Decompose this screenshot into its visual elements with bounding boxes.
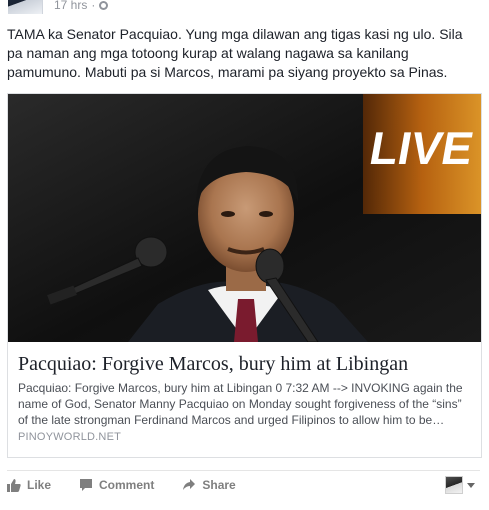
actions-divider bbox=[7, 470, 480, 471]
like-label: Like bbox=[27, 478, 52, 492]
comment-icon bbox=[79, 478, 93, 492]
meta-separator: · bbox=[91, 0, 96, 12]
post-timestamp[interactable]: 17 hrs bbox=[54, 0, 87, 12]
comment-button[interactable]: Comment bbox=[79, 478, 154, 492]
post-as-selector[interactable] bbox=[445, 476, 475, 494]
link-domain: PINOYWORLD.NET bbox=[18, 431, 122, 443]
post-text: TAMA ka Senator Pacquiao. Yung mga dilaw… bbox=[7, 26, 463, 80]
viewer-avatar bbox=[445, 476, 463, 494]
press-conference-photo: LIVE bbox=[8, 94, 481, 342]
post-meta: 17 hrs · bbox=[54, 0, 109, 12]
facebook-post: 17 hrs · TAMA ka Senator Pacquiao. Yung … bbox=[0, 0, 489, 510]
share-label: Share bbox=[202, 478, 236, 492]
link-title[interactable]: Pacquiao: Forgive Marcos, bury him at Li… bbox=[18, 352, 473, 376]
post-header: 17 hrs · bbox=[0, 0, 489, 14]
share-button[interactable]: Share bbox=[182, 478, 236, 492]
share-icon bbox=[182, 478, 196, 492]
like-button[interactable]: Like bbox=[7, 478, 51, 492]
comment-label: Comment bbox=[99, 478, 155, 492]
author-avatar[interactable] bbox=[8, 0, 43, 14]
link-preview-body[interactable]: Pacquiao: Forgive Marcos, bury him at Li… bbox=[8, 342, 481, 457]
link-description: Pacquiao: Forgive Marcos, bury him at Li… bbox=[18, 381, 463, 427]
link-preview-card[interactable]: LIVE Pacquiao: Forgive Marcos, bury him … bbox=[7, 93, 482, 458]
globe-icon bbox=[99, 0, 109, 10]
post-actions-bar: Like Comment Share bbox=[7, 474, 480, 496]
live-backdrop-text: LIVE bbox=[366, 122, 477, 174]
thumbs-up-icon bbox=[7, 478, 21, 492]
link-preview-image[interactable]: LIVE bbox=[8, 94, 481, 342]
chevron-down-icon bbox=[467, 482, 475, 488]
